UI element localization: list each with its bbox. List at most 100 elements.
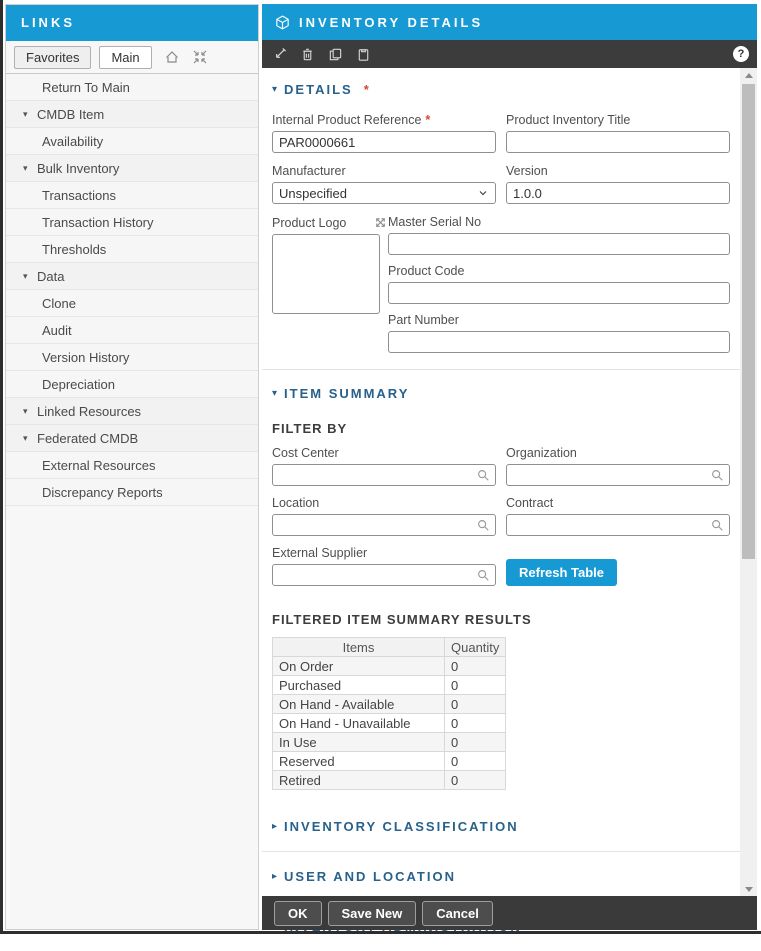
sidebar-item-bulk-inventory[interactable]: ▾Bulk Inventory <box>6 155 258 182</box>
delete-icon[interactable] <box>300 47 315 62</box>
table-header-row: Items Quantity <box>273 638 506 657</box>
sidebar-item-federated-cmdb[interactable]: ▾Federated CMDB <box>6 425 258 452</box>
main-toolbar: ? <box>262 40 757 68</box>
location-input[interactable] <box>272 514 496 536</box>
field-location: Location <box>272 496 496 536</box>
vertical-scrollbar[interactable] <box>740 68 757 899</box>
sidebar-item-data[interactable]: ▾Data <box>6 263 258 290</box>
master-serial-no-input[interactable] <box>388 233 730 255</box>
caret-down-icon: ▾ <box>23 163 37 174</box>
sidebar-item-thresholds[interactable]: Thresholds <box>6 236 258 263</box>
external-supplier-input[interactable] <box>272 564 496 586</box>
paste-icon[interactable] <box>356 47 371 62</box>
window-edge-left <box>0 0 3 934</box>
save-new-button[interactable]: Save New <box>328 901 417 926</box>
part-number-input[interactable] <box>388 331 730 353</box>
field-manufacturer: Manufacturer Unspecified <box>272 164 496 204</box>
product-code-input[interactable] <box>388 282 730 304</box>
search-icon[interactable] <box>710 518 724 532</box>
links-panel-title: LINKS <box>6 5 258 41</box>
section-details[interactable]: ▾ DETAILS * <box>272 82 730 97</box>
filtered-results-title: FILTERED ITEM SUMMARY RESULTS <box>272 612 730 627</box>
copy-icon[interactable] <box>328 47 343 62</box>
caret-right-icon: ▸ <box>272 871 277 882</box>
sidebar-item-return-to-main[interactable]: Return To Main <box>6 74 258 101</box>
sidebar-item-discrepancy-reports[interactable]: Discrepancy Reports <box>6 479 258 506</box>
search-icon[interactable] <box>710 468 724 482</box>
search-icon[interactable] <box>476 568 490 582</box>
sidebar-item-audit[interactable]: Audit <box>6 317 258 344</box>
chevron-down-icon <box>477 187 489 199</box>
scrollbar-thumb[interactable] <box>742 84 755 559</box>
required-asterisk: * <box>425 113 430 127</box>
search-icon[interactable] <box>476 518 490 532</box>
cancel-button[interactable]: Cancel <box>422 901 493 926</box>
section-user-and-location[interactable]: ▸ USER AND LOCATION <box>272 852 730 901</box>
filter-form: Cost Center Organization Location Contra… <box>272 446 730 586</box>
cost-center-input[interactable] <box>272 464 496 486</box>
caret-right-icon: ▸ <box>272 821 277 832</box>
sidebar-item-cmdb-item[interactable]: ▾CMDB Item <box>6 101 258 128</box>
version-input[interactable] <box>506 182 730 204</box>
product-logo-box[interactable] <box>272 234 380 314</box>
sidebar-item-transaction-history[interactable]: Transaction History <box>6 209 258 236</box>
table-row: On Hand - Available0 <box>273 695 506 714</box>
column-items[interactable]: Items <box>273 638 445 657</box>
organization-input[interactable] <box>506 464 730 486</box>
sidebar-item-version-history[interactable]: Version History <box>6 344 258 371</box>
table-row: Retired0 <box>273 771 506 790</box>
column-quantity[interactable]: Quantity <box>445 638 506 657</box>
page-title: INVENTORY DETAILS <box>299 15 483 30</box>
item-summary-table: Items Quantity On Order0 Purchased0 On H… <box>272 637 506 790</box>
tab-main[interactable]: Main <box>99 46 151 69</box>
search-icon[interactable] <box>476 468 490 482</box>
scroll-up-arrow[interactable] <box>740 68 757 83</box>
table-row: Reserved0 <box>273 752 506 771</box>
table-row: Purchased0 <box>273 676 506 695</box>
pin-icon[interactable] <box>272 47 287 62</box>
sidebar-item-external-resources[interactable]: External Resources <box>6 452 258 479</box>
field-part-number: Part Number <box>388 313 730 353</box>
section-inventory-classification[interactable]: ▸ INVENTORY CLASSIFICATION <box>272 802 730 851</box>
refresh-table-button[interactable]: Refresh Table <box>506 559 617 586</box>
links-sidebar: LINKS Favorites Main Return To Main ▾CMD… <box>5 4 259 930</box>
required-asterisk: * <box>364 82 371 97</box>
filter-by-title: FILTER BY <box>272 421 730 436</box>
cube-icon <box>274 14 291 31</box>
sidebar-item-transactions[interactable]: Transactions <box>6 182 258 209</box>
manufacturer-select[interactable]: Unspecified <box>272 182 496 204</box>
field-organization: Organization <box>506 446 730 486</box>
caret-down-icon: ▾ <box>272 84 277 95</box>
sidebar-nav-list: Return To Main ▾CMDB Item Availability ▾… <box>6 74 258 506</box>
table-row: On Order0 <box>273 657 506 676</box>
caret-down-icon: ▾ <box>23 109 37 120</box>
section-item-summary[interactable]: ▾ ITEM SUMMARY <box>272 386 730 401</box>
home-icon[interactable] <box>164 49 180 65</box>
logo-serial-row: Product Logo Master Serial No Pr <box>272 215 730 353</box>
action-footer: OK Save New Cancel <box>262 896 757 930</box>
caret-down-icon: ▾ <box>272 388 277 399</box>
section-divider <box>262 369 740 370</box>
ok-button[interactable]: OK <box>274 901 322 926</box>
expand-icon[interactable] <box>373 215 388 230</box>
sidebar-item-depreciation[interactable]: Depreciation <box>6 371 258 398</box>
field-product-inventory-title: Product Inventory Title <box>506 113 730 153</box>
field-cost-center: Cost Center <box>272 446 496 486</box>
sidebar-tab-bar: Favorites Main <box>6 41 258 74</box>
internal-product-reference-input[interactable] <box>272 131 496 153</box>
field-version: Version <box>506 164 730 204</box>
caret-down-icon: ▾ <box>23 433 37 444</box>
product-inventory-title-input[interactable] <box>506 131 730 153</box>
tab-favorites[interactable]: Favorites <box>14 46 91 69</box>
field-product-logo: Product Logo <box>272 215 388 353</box>
field-master-serial-no: Master Serial No <box>388 215 730 255</box>
collapse-all-icon[interactable] <box>192 49 208 65</box>
field-product-code: Product Code <box>388 264 730 304</box>
sidebar-item-clone[interactable]: Clone <box>6 290 258 317</box>
sidebar-item-availability[interactable]: Availability <box>6 128 258 155</box>
inventory-details-header: INVENTORY DETAILS <box>262 4 757 40</box>
scroll-down-arrow[interactable] <box>740 882 757 897</box>
help-icon[interactable]: ? <box>733 46 749 62</box>
contract-input[interactable] <box>506 514 730 536</box>
sidebar-item-linked-resources[interactable]: ▾Linked Resources <box>6 398 258 425</box>
